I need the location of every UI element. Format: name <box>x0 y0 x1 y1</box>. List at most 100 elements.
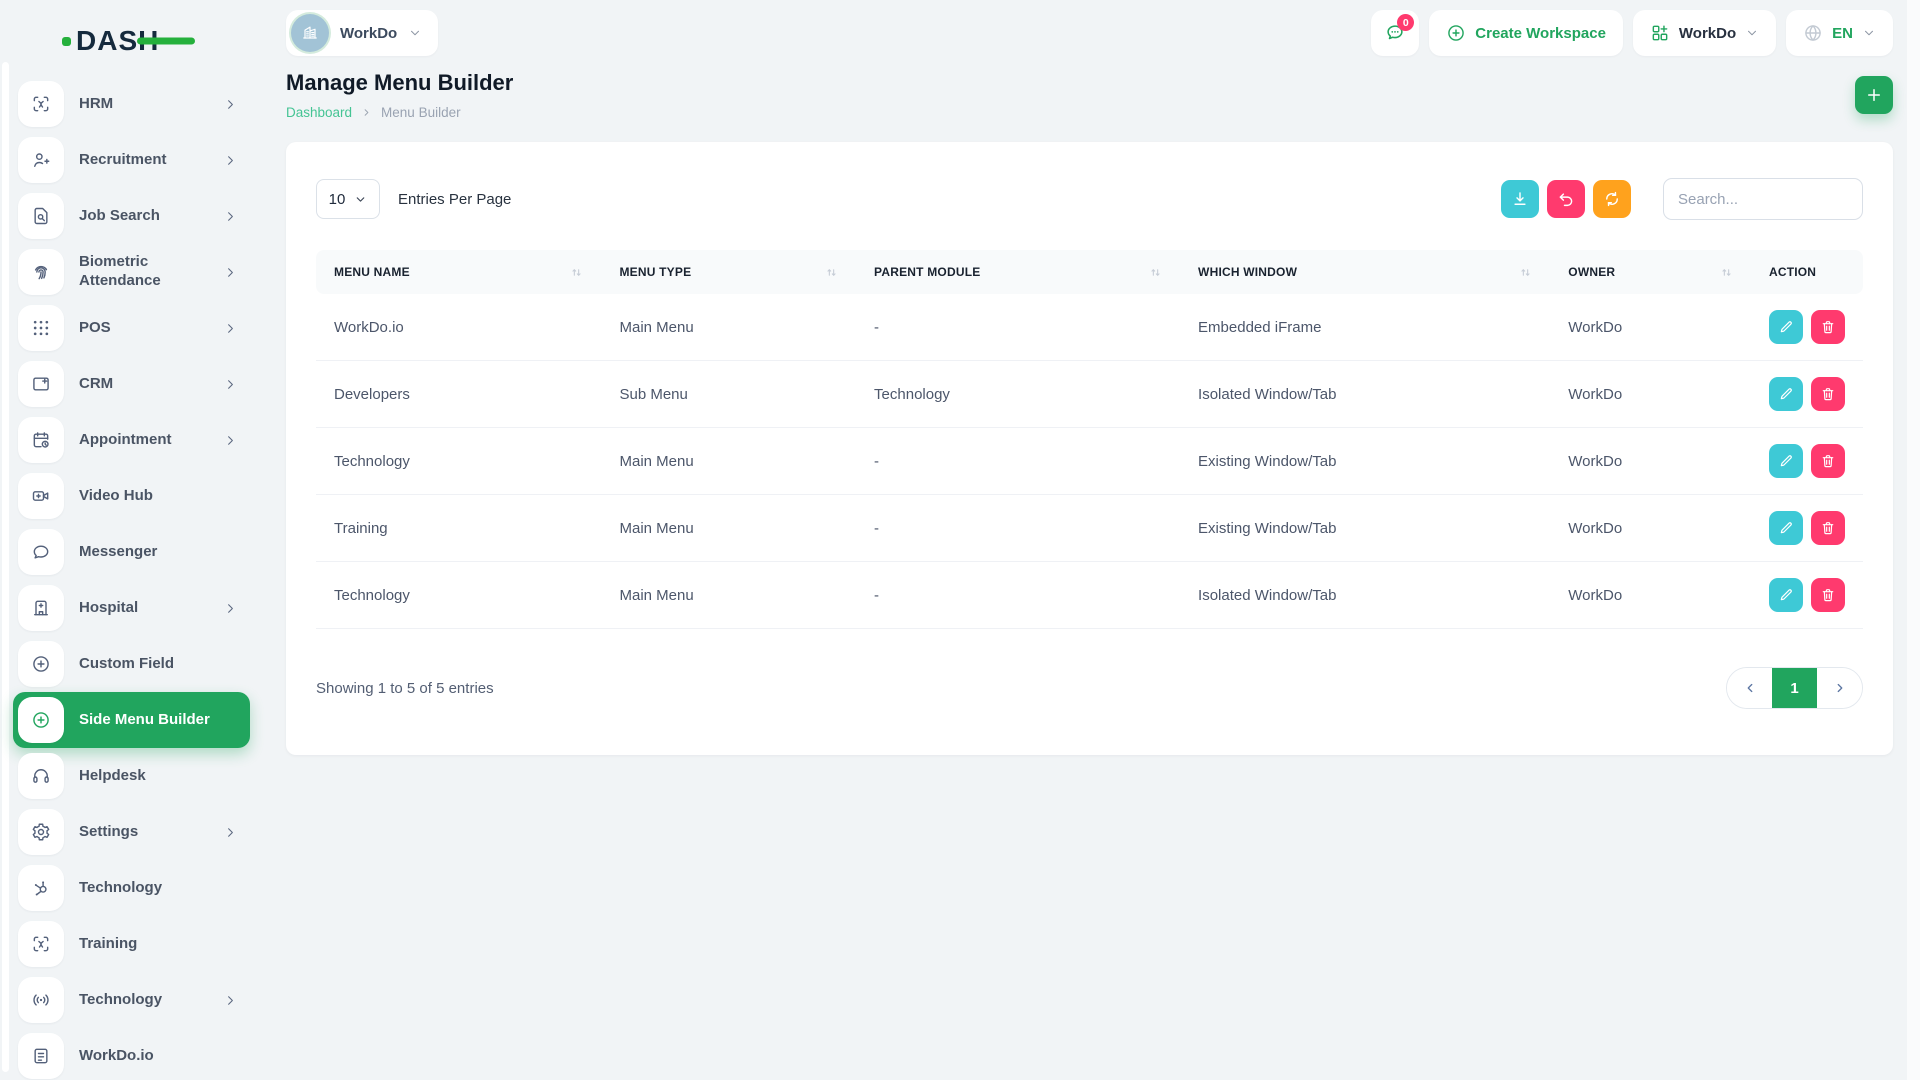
sidebar-item-pos[interactable]: POS <box>13 300 250 356</box>
sidebar-item-crm[interactable]: CRM <box>13 356 250 412</box>
search-input[interactable] <box>1663 178 1863 220</box>
chevron-right-icon <box>223 601 238 616</box>
page-title: Manage Menu Builder <box>286 70 513 96</box>
cell-menu-type: Sub Menu <box>601 361 856 428</box>
sidebar-item-hospital[interactable]: Hospital <box>13 580 250 636</box>
trash-icon <box>1820 520 1836 536</box>
pencil-icon <box>1778 587 1794 603</box>
pencil-icon <box>1778 520 1794 536</box>
refresh-button[interactable] <box>1593 180 1631 218</box>
sidebar-item-biometric-attendance[interactable]: Biometric Attendance <box>13 244 250 300</box>
column-header-menu-name[interactable]: MENU NAME <box>316 250 601 294</box>
sidebar-item-technology[interactable]: Technology <box>13 860 250 916</box>
chevron-right-icon <box>223 97 238 112</box>
chevron-down-icon <box>354 193 367 206</box>
delete-button[interactable] <box>1811 578 1845 612</box>
topbar: WorkDo 0 Create Workspace WorkDo EN <box>258 0 1920 56</box>
browser-plus-icon <box>18 361 64 407</box>
column-header-menu-type[interactable]: MENU TYPE <box>601 250 856 294</box>
sidebar-item-video-hub[interactable]: Video Hub <box>13 468 250 524</box>
sidebar-item-technology-2[interactable]: Technology <box>13 972 250 1028</box>
column-header-which-window[interactable]: WHICH WINDOW <box>1180 250 1550 294</box>
column-header-parent-module[interactable]: PARENT MODULE <box>856 250 1180 294</box>
note-icon <box>18 1033 64 1079</box>
breadcrumb-current: Menu Builder <box>381 105 461 120</box>
cell-menu-name: Developers <box>316 361 601 428</box>
delete-button[interactable] <box>1811 511 1845 545</box>
undo-button[interactable] <box>1547 180 1585 218</box>
sidebar-item-job-search[interactable]: Job Search <box>13 188 250 244</box>
workspace-avatar <box>291 14 329 52</box>
chevron-right-icon <box>223 433 238 448</box>
sidebar-item-messenger[interactable]: Messenger <box>13 524 250 580</box>
messages-button[interactable]: 0 <box>1371 10 1419 56</box>
delete-button[interactable] <box>1811 444 1845 478</box>
table-row: WorkDo.io Main Menu - Embedded iFrame Wo… <box>316 294 1863 361</box>
sidebar-item-helpdesk[interactable]: Helpdesk <box>13 748 250 804</box>
edit-button[interactable] <box>1769 444 1803 478</box>
chevron-right-icon <box>223 825 238 840</box>
showing-entries-text: Showing 1 to 5 of 5 entries <box>316 680 494 697</box>
file-search-icon <box>18 193 64 239</box>
cell-menu-name: Technology <box>316 562 601 629</box>
workspace-switcher-button[interactable]: WorkDo <box>1633 10 1776 56</box>
chevron-right-icon <box>223 993 238 1008</box>
sidebar-item-workdo-io[interactable]: WorkDo.io <box>13 1028 250 1080</box>
cell-parent-module: Technology <box>856 361 1180 428</box>
edit-button[interactable] <box>1769 310 1803 344</box>
menu-table: MENU NAME MENU TYPE PARENT MODULE WHICH … <box>316 250 1863 629</box>
breadcrumb-dashboard-link[interactable]: Dashboard <box>286 105 352 120</box>
page-scrollbar[interactable] <box>1907 0 1920 1080</box>
column-header-owner[interactable]: OWNER <box>1550 250 1751 294</box>
workspace-pill[interactable]: WorkDo <box>286 10 438 56</box>
sort-icon <box>825 266 838 279</box>
sidebar-item-settings[interactable]: Settings <box>13 804 250 860</box>
plus-icon <box>1865 86 1883 104</box>
sidebar-item-hrm[interactable]: HRM <box>13 76 250 132</box>
create-workspace-button[interactable]: Create Workspace <box>1429 10 1623 56</box>
video-camera-icon <box>18 473 64 519</box>
plus-circle-icon <box>18 697 64 743</box>
pagination: 1 <box>1726 667 1863 709</box>
delete-button[interactable] <box>1811 310 1845 344</box>
sidebar-item-training[interactable]: Training <box>13 916 250 972</box>
logo-dot-accent <box>62 37 71 46</box>
chevron-right-icon <box>223 377 238 392</box>
export-button[interactable] <box>1501 180 1539 218</box>
headset-icon <box>18 753 64 799</box>
next-page-button[interactable] <box>1817 668 1862 708</box>
sidebar-item-custom-field[interactable]: Custom Field <box>13 636 250 692</box>
previous-page-button[interactable] <box>1727 668 1772 708</box>
sort-icon <box>1519 266 1532 279</box>
sidebar-item-recruitment[interactable]: Recruitment <box>13 132 250 188</box>
pencil-icon <box>1778 319 1794 335</box>
entries-per-page-select[interactable]: 10 <box>316 179 380 219</box>
table-row: Technology Main Menu - Existing Window/T… <box>316 428 1863 495</box>
cell-which-window: Isolated Window/Tab <box>1180 361 1550 428</box>
pencil-icon <box>1778 386 1794 402</box>
sidebar-item-appointment[interactable]: Appointment <box>13 412 250 468</box>
undo-icon <box>1557 190 1575 208</box>
sidebar-item-side-menu-builder[interactable]: Side Menu Builder <box>13 692 250 748</box>
edit-button[interactable] <box>1769 578 1803 612</box>
cell-menu-name: WorkDo.io <box>316 294 601 361</box>
delete-button[interactable] <box>1811 377 1845 411</box>
cell-menu-type: Main Menu <box>601 562 856 629</box>
dash-logo[interactable]: DASH <box>62 25 159 57</box>
chevron-down-icon <box>1862 26 1876 40</box>
workspace-name: WorkDo <box>340 25 397 42</box>
trash-icon <box>1820 319 1836 335</box>
add-menu-button[interactable] <box>1855 76 1893 114</box>
cell-parent-module: - <box>856 294 1180 361</box>
language-selector[interactable]: EN <box>1786 10 1893 56</box>
entries-per-page-label: Entries Per Page <box>398 191 511 208</box>
user-plus-icon <box>18 137 64 183</box>
cell-parent-module: - <box>856 428 1180 495</box>
refresh-icon <box>1603 190 1621 208</box>
current-page-button[interactable]: 1 <box>1772 668 1817 708</box>
chat-bubble-icon <box>18 529 64 575</box>
pencil-icon <box>1778 453 1794 469</box>
cell-which-window: Existing Window/Tab <box>1180 428 1550 495</box>
edit-button[interactable] <box>1769 511 1803 545</box>
edit-button[interactable] <box>1769 377 1803 411</box>
